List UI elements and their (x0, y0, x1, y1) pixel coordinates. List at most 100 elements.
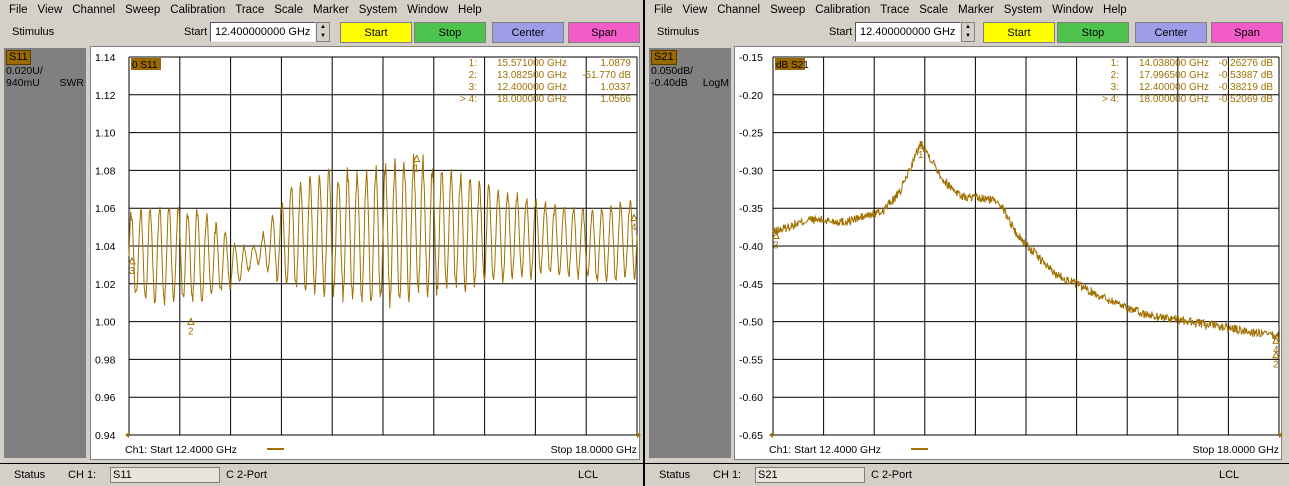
local-indicator: LCL (1219, 469, 1240, 481)
menu-marker[interactable]: Marker (308, 0, 354, 20)
active-parameter[interactable]: S21 (755, 467, 865, 483)
y-tick-label: 1.10 (95, 128, 116, 140)
y-tick-label: -0.15 (739, 52, 763, 64)
calibration-status: C 2-Port (871, 469, 912, 481)
marker-readout-frequency: 13.082500 GHz (497, 70, 567, 81)
menu-file[interactable]: File (649, 0, 678, 20)
marker-readout-id: 3: (469, 82, 477, 93)
marker-3-label: 3 (129, 266, 135, 277)
marker-readout-value: -51.770 dB (582, 70, 631, 81)
menu-channel[interactable]: Channel (67, 0, 120, 20)
plot-area[interactable]: 1.14 1.12 1.10 1.08 1.06 1.04 1.02 1.00 0.98 0.96… (90, 46, 641, 460)
plot-area[interactable]: -0.15 -0.20 -0.25 -0.30 -0.35 -0.40 -0.45 -0.50… (734, 46, 1283, 460)
menu-system[interactable]: System (999, 0, 1047, 20)
trace-format: LogM (702, 77, 729, 89)
menu-trace[interactable]: Trace (875, 0, 914, 20)
span-button[interactable]: Span (568, 22, 640, 43)
marker-3-label: 3 (773, 241, 779, 252)
sweep-stop-label: Stop 18.0000 GHz (551, 444, 637, 456)
stimulus-button[interactable]: Stimulus (649, 22, 719, 43)
channel-window-right: File View Channel Sweep Calibration Trac… (645, 0, 1289, 486)
menu-trace[interactable]: Trace (230, 0, 269, 20)
spin-up-icon[interactable]: ▲ (317, 23, 329, 32)
menu-scale[interactable]: Scale (914, 0, 953, 20)
status-bar: Status CH 1: S11 C 2-Port LCL (0, 463, 643, 486)
stimulus-toolbar: Stimulus Start 12.400000000 GHz ▲ ▼ Star… (0, 20, 643, 46)
menu-sweep[interactable]: Sweep (765, 0, 810, 20)
menu-window[interactable]: Window (402, 0, 453, 20)
y-tick-label: 1.02 (95, 279, 116, 291)
calibration-status: C 2-Port (226, 469, 267, 481)
menu-channel[interactable]: Channel (712, 0, 765, 20)
menu-sweep[interactable]: Sweep (120, 0, 165, 20)
spin-down-icon[interactable]: ▼ (962, 32, 974, 41)
trace-label[interactable]: S11 (6, 50, 31, 65)
channel-label: CH 1: (68, 469, 97, 481)
stimulus-button[interactable]: Stimulus (4, 22, 74, 43)
y-tick-label: 1.04 (95, 241, 116, 253)
menu-scale[interactable]: Scale (269, 0, 308, 20)
marker-2-label: 2 (1273, 360, 1279, 371)
span-button[interactable]: Span (1211, 22, 1283, 43)
menu-system[interactable]: System (354, 0, 402, 20)
menu-help[interactable]: Help (453, 0, 487, 20)
marker-readout-value: -0.52069 dB (1219, 94, 1274, 105)
channel-window-left: File View Channel Sweep Calibration Trac… (0, 0, 643, 486)
reference-arrow-left (125, 432, 129, 438)
local-indicator: LCL (578, 469, 599, 481)
frequency-spinner[interactable]: ▲ ▼ (316, 22, 330, 42)
menu-view[interactable]: View (678, 0, 713, 20)
marker-3-triangle (772, 231, 780, 240)
y-tick-label: 0.96 (95, 392, 116, 404)
trace-status-box: S11 0.020U/ 940mU SWR (4, 48, 86, 458)
menu-calibration[interactable]: Calibration (810, 0, 875, 20)
y-tick-label: -0.30 (739, 165, 763, 177)
marker-readout-id: 3: (1111, 82, 1119, 93)
start-button[interactable]: Start (983, 22, 1055, 43)
y-tick-label: 1.06 (95, 203, 116, 215)
marker-4-label: 4 (631, 223, 637, 234)
trace-label[interactable]: S21 (651, 50, 677, 65)
menu-bar: File View Channel Sweep Calibration Trac… (645, 0, 1289, 20)
y-tick-label: 1.08 (95, 165, 116, 177)
marker-readout-id: 1: (469, 58, 477, 69)
start-frequency-input[interactable]: 12.400000000 GHz (855, 22, 961, 42)
y-tick-label: -0.45 (739, 279, 763, 291)
center-button[interactable]: Center (492, 22, 564, 43)
trace-tag: 0 S11 (132, 60, 158, 71)
stop-button[interactable]: Stop (414, 22, 486, 43)
marker-readout-id: 2: (469, 70, 477, 81)
active-parameter[interactable]: S11 (110, 467, 220, 483)
reference-arrow-right (637, 432, 641, 438)
spin-up-icon[interactable]: ▲ (962, 23, 974, 32)
sweep-start-label: Ch1: Start 12.4000 GHz (125, 444, 237, 456)
y-tick-label: 1.12 (95, 90, 116, 102)
menu-window[interactable]: Window (1047, 0, 1098, 20)
menu-view[interactable]: View (33, 0, 68, 20)
marker-readout-frequency: 15.571000 GHz (497, 58, 567, 69)
menu-marker[interactable]: Marker (953, 0, 999, 20)
marker-4-label: 4 (1273, 345, 1279, 356)
center-button[interactable]: Center (1135, 22, 1207, 43)
start-label: Start (184, 26, 208, 38)
frequency-spinner[interactable]: ▲ ▼ (961, 22, 975, 42)
channel-label: CH 1: (713, 469, 742, 481)
menu-calibration[interactable]: Calibration (165, 0, 230, 20)
y-tick-label: 1.14 (95, 52, 116, 64)
y-tick-label: -0.40 (739, 241, 763, 253)
menu-help[interactable]: Help (1098, 0, 1132, 20)
trace-status-box: S21 0.050dB/ -0.40dB LogM (649, 48, 731, 458)
start-label: Start (829, 26, 853, 38)
marker-readout-frequency: 17.996500 GHz (1139, 70, 1209, 81)
start-frequency-input[interactable]: 12.400000000 GHz (210, 22, 316, 42)
reference-arrow-right (1279, 432, 1283, 438)
menu-file[interactable]: File (4, 0, 33, 20)
spin-down-icon[interactable]: ▼ (317, 32, 329, 41)
stop-button[interactable]: Stop (1057, 22, 1129, 43)
start-button[interactable]: Start (340, 22, 412, 43)
y-tick-label: 1.00 (95, 317, 116, 329)
marker-readout-id: 1: (1111, 58, 1119, 69)
marker-1-triangle (412, 154, 421, 162)
marker-readout-value: 1.0566 (600, 94, 631, 105)
s21-chart: -0.15 -0.20 -0.25 -0.30 -0.35 -0.40 -0.45 -0.50… (739, 52, 1283, 456)
